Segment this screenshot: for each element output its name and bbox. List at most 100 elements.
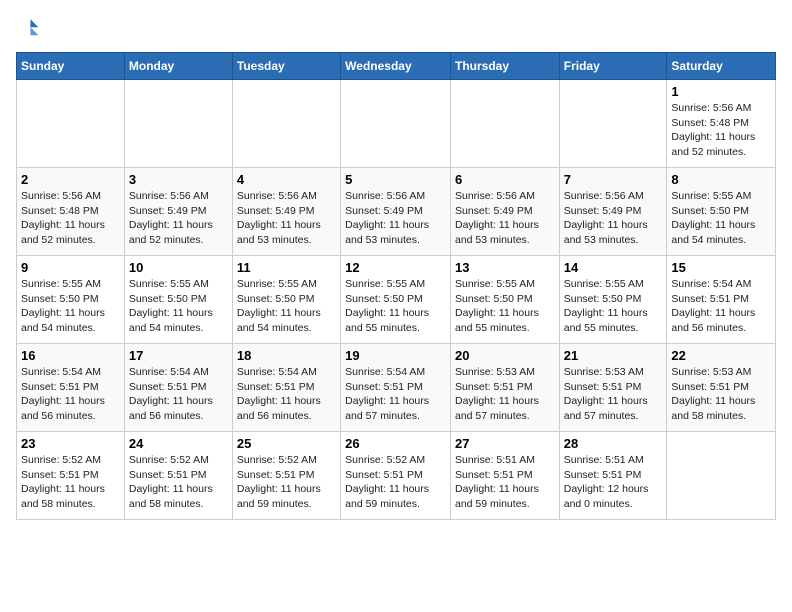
calendar-cell [124, 80, 232, 168]
calendar-cell: 19 Sunrise: 5:54 AM Sunset: 5:51 PM Dayli… [341, 344, 451, 432]
calendar-cell: 26 Sunrise: 5:52 AM Sunset: 5:51 PM Dayli… [341, 432, 451, 520]
calendar-cell: 5Sunrise: 5:56 AM Sunset: 5:49 PM Daylig… [341, 168, 451, 256]
day-info: Sunrise: 5:54 AM Sunset: 5:51 PM Dayligh… [671, 277, 771, 336]
calendar-cell [450, 80, 559, 168]
day-info: Sunrise: 5:56 AM Sunset: 5:48 PM Dayligh… [671, 101, 771, 160]
calendar-cell: 25 Sunrise: 5:52 AM Sunset: 5:51 PM Dayli… [232, 432, 340, 520]
logo [16, 16, 42, 40]
day-info: Sunrise: 5:56 AM Sunset: 5:49 PM Dayligh… [564, 189, 663, 248]
logo-icon [16, 16, 40, 40]
calendar-cell: 1 Sunrise: 5:56 AM Sunset: 5:48 PM Daylig… [667, 80, 776, 168]
day-number: 20 [455, 348, 555, 363]
day-number: 6 [455, 172, 555, 187]
day-number: 18 [237, 348, 336, 363]
day-info: Sunrise: 5:52 AM Sunset: 5:51 PM Dayligh… [129, 453, 228, 512]
day-number: 27 [455, 436, 555, 451]
day-info: Sunrise: 5:56 AM Sunset: 5:49 PM Dayligh… [237, 189, 336, 248]
day-number: 8 [671, 172, 771, 187]
calendar-cell: 27 Sunrise: 5:51 AM Sunset: 5:51 PM Dayli… [450, 432, 559, 520]
day-info: Sunrise: 5:52 AM Sunset: 5:51 PM Dayligh… [21, 453, 120, 512]
calendar-week-2: 2 Sunrise: 5:56 AM Sunset: 5:48 PM Daylig… [17, 168, 776, 256]
calendar-week-3: 9 Sunrise: 5:55 AM Sunset: 5:50 PM Daylig… [17, 256, 776, 344]
calendar-cell: 10Sunrise: 5:55 AM Sunset: 5:50 PM Dayli… [124, 256, 232, 344]
day-number: 9 [21, 260, 120, 275]
day-number: 7 [564, 172, 663, 187]
calendar-cell: 9 Sunrise: 5:55 AM Sunset: 5:50 PM Daylig… [17, 256, 125, 344]
calendar-cell: 21 Sunrise: 5:53 AM Sunset: 5:51 PM Dayli… [559, 344, 667, 432]
day-number: 13 [455, 260, 555, 275]
column-header-saturday: Saturday [667, 53, 776, 80]
day-number: 2 [21, 172, 120, 187]
day-info: Sunrise: 5:52 AM Sunset: 5:51 PM Dayligh… [237, 453, 336, 512]
calendar-cell: 7 Sunrise: 5:56 AM Sunset: 5:49 PM Daylig… [559, 168, 667, 256]
calendar-cell: 24Sunrise: 5:52 AM Sunset: 5:51 PM Dayli… [124, 432, 232, 520]
page-header [16, 16, 776, 44]
calendar-cell: 20 Sunrise: 5:53 AM Sunset: 5:51 PM Dayli… [450, 344, 559, 432]
day-number: 1 [671, 84, 771, 99]
day-info: Sunrise: 5:55 AM Sunset: 5:50 PM Dayligh… [237, 277, 336, 336]
day-info: Sunrise: 5:55 AM Sunset: 5:50 PM Dayligh… [21, 277, 120, 336]
calendar-cell [667, 432, 776, 520]
calendar-cell [232, 80, 340, 168]
day-number: 17 [129, 348, 228, 363]
calendar-week-4: 16 Sunrise: 5:54 AM Sunset: 5:51 PM Dayli… [17, 344, 776, 432]
column-header-wednesday: Wednesday [341, 53, 451, 80]
day-number: 23 [21, 436, 120, 451]
calendar-cell: 23 Sunrise: 5:52 AM Sunset: 5:51 PM Dayli… [17, 432, 125, 520]
day-number: 21 [564, 348, 663, 363]
column-header-monday: Monday [124, 53, 232, 80]
calendar-cell: 16 Sunrise: 5:54 AM Sunset: 5:51 PM Dayli… [17, 344, 125, 432]
calendar-week-5: 23 Sunrise: 5:52 AM Sunset: 5:51 PM Dayli… [17, 432, 776, 520]
calendar-table: SundayMondayTuesdayWednesdayThursdayFrid… [16, 52, 776, 520]
day-info: Sunrise: 5:51 AM Sunset: 5:51 PM Dayligh… [564, 453, 663, 512]
day-number: 16 [21, 348, 120, 363]
day-number: 12 [345, 260, 446, 275]
calendar-week-1: 1 Sunrise: 5:56 AM Sunset: 5:48 PM Daylig… [17, 80, 776, 168]
day-info: Sunrise: 5:53 AM Sunset: 5:51 PM Dayligh… [564, 365, 663, 424]
calendar-cell: 28 Sunrise: 5:51 AM Sunset: 5:51 PM Dayli… [559, 432, 667, 520]
column-header-friday: Friday [559, 53, 667, 80]
day-number: 28 [564, 436, 663, 451]
day-info: Sunrise: 5:55 AM Sunset: 5:50 PM Dayligh… [455, 277, 555, 336]
day-number: 3 [129, 172, 228, 187]
day-number: 15 [671, 260, 771, 275]
day-number: 4 [237, 172, 336, 187]
calendar-cell [341, 80, 451, 168]
calendar-cell: 11 Sunrise: 5:55 AM Sunset: 5:50 PM Dayli… [232, 256, 340, 344]
day-info: Sunrise: 5:55 AM Sunset: 5:50 PM Dayligh… [564, 277, 663, 336]
day-number: 25 [237, 436, 336, 451]
day-number: 14 [564, 260, 663, 275]
calendar-cell: 13 Sunrise: 5:55 AM Sunset: 5:50 PM Dayli… [450, 256, 559, 344]
day-info: Sunrise: 5:56 AM Sunset: 5:49 PM Dayligh… [455, 189, 555, 248]
day-info: Sunrise: 5:55 AM Sunset: 5:50 PM Dayligh… [129, 277, 228, 336]
day-number: 22 [671, 348, 771, 363]
day-info: Sunrise: 5:51 AM Sunset: 5:51 PM Dayligh… [455, 453, 555, 512]
calendar-cell: 4 Sunrise: 5:56 AM Sunset: 5:49 PM Daylig… [232, 168, 340, 256]
day-number: 19 [345, 348, 446, 363]
calendar-cell: 22Sunrise: 5:53 AM Sunset: 5:51 PM Dayli… [667, 344, 776, 432]
calendar-cell: 15 Sunrise: 5:54 AM Sunset: 5:51 PM Dayli… [667, 256, 776, 344]
calendar-cell: 12Sunrise: 5:55 AM Sunset: 5:50 PM Dayli… [341, 256, 451, 344]
day-info: Sunrise: 5:55 AM Sunset: 5:50 PM Dayligh… [671, 189, 771, 248]
day-number: 11 [237, 260, 336, 275]
day-info: Sunrise: 5:54 AM Sunset: 5:51 PM Dayligh… [237, 365, 336, 424]
calendar-cell: 18 Sunrise: 5:54 AM Sunset: 5:51 PM Dayli… [232, 344, 340, 432]
day-number: 26 [345, 436, 446, 451]
day-info: Sunrise: 5:56 AM Sunset: 5:49 PM Dayligh… [129, 189, 228, 248]
column-header-sunday: Sunday [17, 53, 125, 80]
calendar-cell [17, 80, 125, 168]
day-info: Sunrise: 5:52 AM Sunset: 5:51 PM Dayligh… [345, 453, 446, 512]
calendar-cell [559, 80, 667, 168]
day-info: Sunrise: 5:54 AM Sunset: 5:51 PM Dayligh… [345, 365, 446, 424]
calendar-cell: 6 Sunrise: 5:56 AM Sunset: 5:49 PM Daylig… [450, 168, 559, 256]
day-info: Sunrise: 5:56 AM Sunset: 5:48 PM Dayligh… [21, 189, 120, 248]
calendar-cell: 17 Sunrise: 5:54 AM Sunset: 5:51 PM Dayli… [124, 344, 232, 432]
day-info: Sunrise: 5:54 AM Sunset: 5:51 PM Dayligh… [129, 365, 228, 424]
calendar-cell: 3 Sunrise: 5:56 AM Sunset: 5:49 PM Daylig… [124, 168, 232, 256]
column-header-thursday: Thursday [450, 53, 559, 80]
column-header-tuesday: Tuesday [232, 53, 340, 80]
day-info: Sunrise: 5:54 AM Sunset: 5:51 PM Dayligh… [21, 365, 120, 424]
day-info: Sunrise: 5:53 AM Sunset: 5:51 PM Dayligh… [455, 365, 555, 424]
day-number: 5 [345, 172, 446, 187]
calendar-cell: 14 Sunrise: 5:55 AM Sunset: 5:50 PM Dayli… [559, 256, 667, 344]
